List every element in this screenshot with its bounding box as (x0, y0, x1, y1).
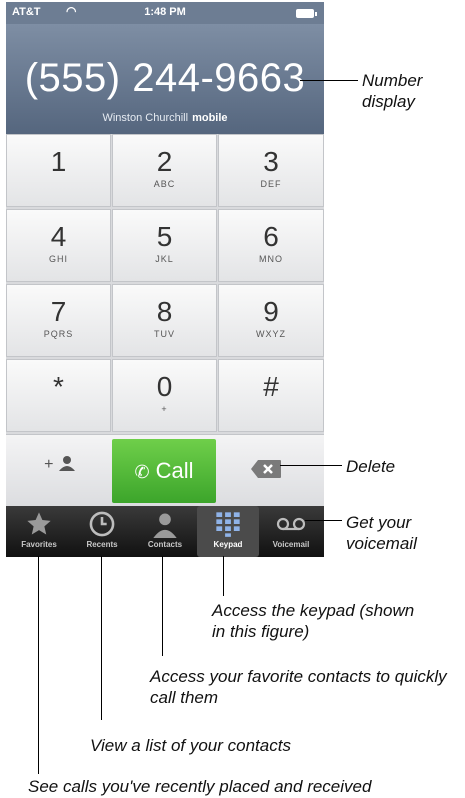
callout-keypad: Access the keypad (shown in this figure) (212, 601, 415, 641)
key-6[interactable]: 6 MNO (218, 209, 324, 282)
key-digit: 9 (263, 296, 279, 327)
key-digit: * (53, 371, 64, 402)
key-digit: 8 (156, 296, 173, 327)
person-icon (134, 506, 196, 540)
key-letters: TUV (154, 329, 175, 339)
callout-line-voicemail (305, 520, 342, 521)
key-letters: MNO (259, 254, 283, 264)
add-contact-button[interactable]: + (20, 455, 100, 489)
contact-info: Winston Churchill mobile (6, 112, 324, 124)
key-digit: 0 (156, 371, 173, 402)
key-digit: 4 (50, 221, 67, 252)
callout-line-delete (280, 465, 342, 466)
tab-label: Contacts (147, 540, 183, 549)
battery-icon (296, 9, 317, 18)
callout-delete: Delete (346, 457, 396, 476)
callout-favorites: Access your favorite contacts to quickly… (150, 667, 447, 707)
keypad-icon (197, 506, 259, 540)
key-5[interactable]: 5 JKL (112, 209, 217, 282)
key-digit: 2 (156, 146, 173, 177)
status-bar: AT&T ◠ 1:48 PM (6, 2, 324, 24)
star-icon (8, 506, 70, 540)
call-button-label: Call (155, 458, 194, 483)
key-8[interactable]: 8 TUV (112, 284, 217, 357)
contact-name: Winston Churchill (102, 112, 189, 124)
dialed-number: (555) 244-9663 (24, 56, 306, 100)
key-letters: + (161, 404, 168, 414)
callout-number-display: Number display (362, 71, 423, 111)
tab-recents[interactable]: Recents (71, 506, 133, 557)
status-time: 1:48 PM (144, 6, 186, 18)
tab-favorites[interactable]: Favorites (8, 506, 70, 557)
callout-line-keypad (223, 556, 224, 596)
key-digit: # (263, 371, 279, 402)
key-letters: ABC (153, 179, 176, 189)
key-0[interactable]: 0 + (112, 359, 217, 432)
tab-label: Voicemail (272, 540, 310, 549)
phone-handset-icon: ✆ (134, 462, 150, 482)
key-digit: 5 (156, 221, 173, 252)
key-7[interactable]: 7 PQRS (6, 284, 111, 357)
voicemail-icon (260, 506, 322, 540)
key-digit: 7 (50, 296, 67, 327)
key-digit: 6 (263, 221, 279, 252)
tab-label: Keypad (213, 540, 243, 549)
clock-icon (71, 506, 133, 540)
call-row: + ✆ Call (6, 434, 324, 506)
contact-type: mobile (192, 112, 228, 124)
key-letters: DEF (260, 179, 282, 189)
tab-keypad[interactable]: Keypad (197, 506, 259, 557)
callout-line-favorites (162, 556, 163, 656)
number-display: (555) 244-9663 Winston Churchill mobile (6, 24, 324, 134)
key-hash[interactable]: # (218, 359, 324, 432)
callout-voicemail: Get your voicemail (346, 513, 417, 553)
keypad: 1 2 ABC 3 DEF 4 GHI 5 JKL 6 MNO 7 PQRS 8 TUV 9 W… (6, 134, 324, 434)
callout-line-contacts (101, 556, 102, 720)
callout-line-recents (38, 556, 39, 774)
tab-label: Favorites (21, 540, 57, 549)
phone-screen: AT&T ◠ 1:48 PM (555) 244-9663 Winston Ch… (6, 2, 324, 557)
call-button[interactable]: ✆ Call (112, 439, 216, 503)
key-1[interactable]: 1 (6, 134, 111, 207)
tab-bar: Favorites Recents Contacts Keypad Voicem… (6, 506, 324, 557)
key-star[interactable]: * (6, 359, 111, 432)
key-letters: GHI (48, 254, 68, 264)
key-9[interactable]: 9 WXYZ (218, 284, 324, 357)
key-digit: 3 (263, 146, 279, 177)
callout-contacts: View a list of your contacts (90, 736, 291, 755)
tab-voicemail[interactable]: Voicemail (260, 506, 322, 557)
key-letters: WXYZ (256, 329, 286, 339)
callout-line-number (300, 80, 358, 81)
add-person-icon (58, 456, 75, 471)
key-letters: JKL (155, 254, 174, 264)
key-2[interactable]: 2 ABC (112, 134, 217, 207)
callout-recents: See calls you've recently placed and rec… (28, 777, 372, 796)
delete-button[interactable] (250, 459, 282, 479)
add-contact-plus: + (44, 456, 54, 473)
key-digit: 1 (50, 146, 67, 177)
key-3[interactable]: 3 DEF (218, 134, 324, 207)
key-4[interactable]: 4 GHI (6, 209, 111, 282)
tab-contacts[interactable]: Contacts (134, 506, 196, 557)
key-letters: PQRS (43, 329, 74, 339)
tab-label: Recents (86, 540, 118, 549)
